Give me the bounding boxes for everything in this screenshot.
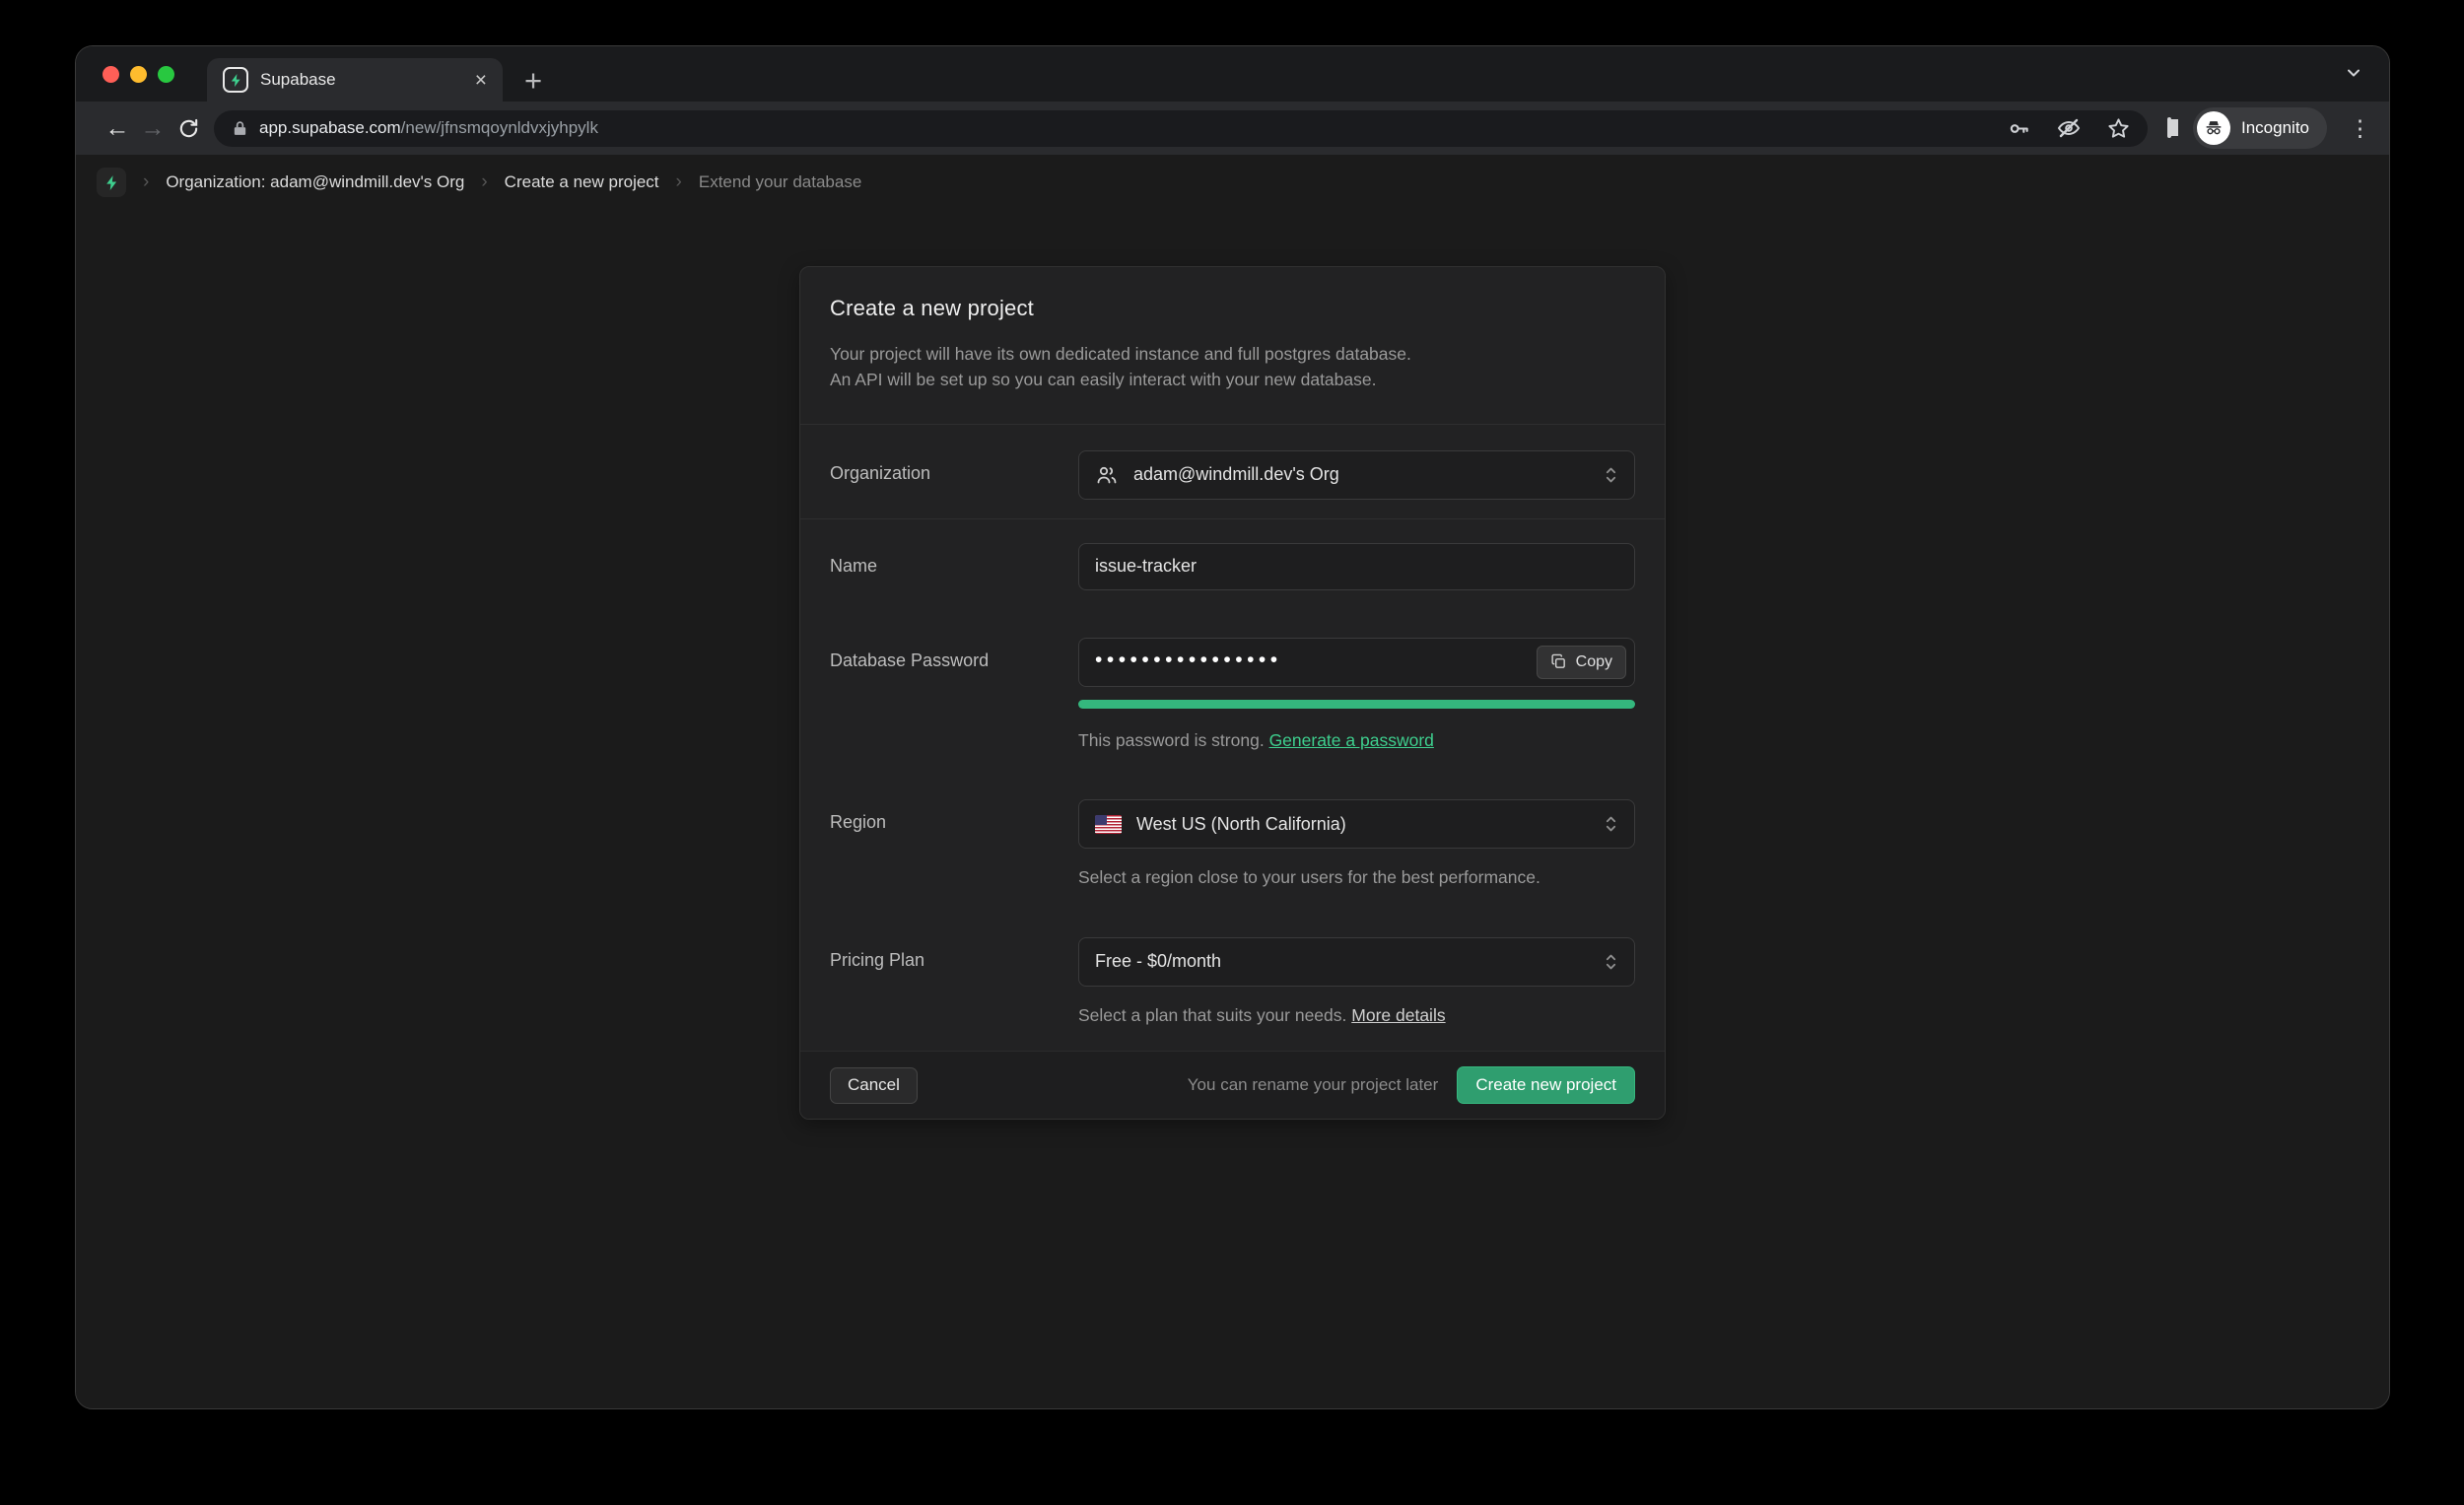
- tab-supabase[interactable]: Supabase ×: [207, 58, 503, 102]
- create-project-card: Create a new project Your project will h…: [799, 266, 1666, 1120]
- bookmark-star-icon[interactable]: [2107, 117, 2130, 140]
- supabase-page: › Organization: adam@windmill.dev's Org …: [76, 155, 2389, 1409]
- organization-row: Organization adam@windmill.dev's Org: [800, 425, 1665, 518]
- chevron-right-icon: ›: [481, 171, 487, 193]
- password-strength-text: This password is strong.: [1078, 730, 1265, 750]
- forward-button: →: [135, 116, 171, 141]
- password-row: Database Password •••••••••••••••• Copy …: [800, 614, 1665, 777]
- password-masked-value: ••••••••••••••••: [1095, 650, 1282, 670]
- breadcrumb-organization[interactable]: Organization: adam@windmill.dev's Org: [166, 172, 464, 192]
- pricing-select[interactable]: Free - $0/month: [1078, 937, 1635, 987]
- copy-password-button[interactable]: Copy: [1537, 646, 1626, 679]
- side-panel-button[interactable]: [2167, 119, 2171, 137]
- organization-value: adam@windmill.dev's Org: [1133, 464, 1339, 485]
- traffic-lights: [103, 66, 174, 83]
- password-input[interactable]: •••••••••••••••• Copy: [1078, 638, 1635, 687]
- incognito-label: Incognito: [2241, 118, 2309, 138]
- url-bar[interactable]: app.supabase.com/new/jfnsmqoynldvxjyhpyl…: [214, 110, 2148, 147]
- name-label: Name: [830, 543, 1078, 590]
- eye-off-icon[interactable]: [2057, 116, 2081, 140]
- generate-password-link[interactable]: Generate a password: [1269, 730, 1434, 750]
- pricing-value: Free - $0/month: [1095, 951, 1221, 972]
- region-row: Region West US (North California) Select…: [800, 776, 1665, 914]
- toolbar-right: Incognito ⋮: [2148, 107, 2371, 149]
- url-text: app.supabase.com/new/jfnsmqoynldvxjyhpyl…: [259, 118, 598, 138]
- pricing-helper: Select a plan that suits your needs. Mor…: [1078, 1003, 1635, 1028]
- name-value: issue-tracker: [1095, 556, 1197, 577]
- tab-title: Supabase: [260, 70, 475, 90]
- password-helper: This password is strong. Generate a pass…: [1078, 728, 1635, 753]
- urlbar-right-icons: [2008, 116, 2130, 140]
- more-details-link[interactable]: More details: [1351, 1005, 1445, 1025]
- description-line-2: An API will be set up so you can easily …: [830, 367, 1635, 392]
- new-tab-button[interactable]: +: [524, 65, 542, 96]
- browser-window: Supabase × + ← → app.supabase.com/new/jf…: [75, 45, 2390, 1409]
- region-helper: Select a region close to your users for …: [1078, 865, 1635, 890]
- card-footer: Cancel You can rename your project later…: [800, 1051, 1665, 1119]
- supabase-favicon-icon: [223, 67, 248, 93]
- tab-search-chevron-icon[interactable]: [2344, 63, 2363, 83]
- minimize-window-button[interactable]: [130, 66, 147, 83]
- incognito-badge[interactable]: Incognito: [2193, 107, 2327, 149]
- tab-close-icon[interactable]: ×: [475, 70, 487, 91]
- card-header: Create a new project Your project will h…: [800, 267, 1665, 424]
- organization-label: Organization: [830, 450, 1078, 500]
- breadcrumb-create-project[interactable]: Create a new project: [505, 172, 659, 192]
- rename-hint: You can rename your project later: [1188, 1075, 1439, 1095]
- password-key-icon[interactable]: [2008, 117, 2030, 140]
- copy-icon: [1550, 653, 1567, 670]
- browser-menu-icon[interactable]: ⋮: [2349, 117, 2371, 140]
- breadcrumb: › Organization: adam@windmill.dev's Org …: [76, 155, 2389, 210]
- copy-label: Copy: [1576, 653, 1612, 671]
- pricing-helper-text: Select a plan that suits your needs.: [1078, 1005, 1346, 1025]
- select-chevrons-icon: [1604, 464, 1618, 486]
- select-chevrons-icon: [1604, 951, 1618, 973]
- tab-strip: Supabase × +: [76, 46, 2389, 102]
- pricing-row: Pricing Plan Free - $0/month Select a pl…: [800, 914, 1665, 1052]
- chevron-right-icon: ›: [676, 171, 682, 193]
- zoom-window-button[interactable]: [158, 66, 174, 83]
- organization-select[interactable]: adam@windmill.dev's Org: [1078, 450, 1635, 500]
- browser-toolbar: ← → app.supabase.com/new/jfnsmqoynldvxjy…: [76, 102, 2389, 155]
- create-new-project-button[interactable]: Create new project: [1457, 1066, 1635, 1104]
- pricing-label: Pricing Plan: [830, 937, 1078, 1028]
- url-path: /new/jfnsmqoynldvxjyhpylk: [401, 118, 598, 137]
- region-select[interactable]: West US (North California): [1078, 799, 1635, 849]
- screenshot-stage: Supabase × + ← → app.supabase.com/new/jf…: [0, 0, 2464, 1505]
- region-value: West US (North California): [1136, 814, 1346, 835]
- back-button[interactable]: ←: [100, 116, 135, 141]
- password-label: Database Password: [830, 638, 1078, 753]
- page-title: Create a new project: [830, 296, 1635, 321]
- password-strength-bar: [1078, 700, 1635, 709]
- incognito-icon: [2197, 111, 2230, 145]
- chevron-right-icon: ›: [143, 171, 149, 193]
- select-chevrons-icon: [1604, 813, 1618, 835]
- lock-icon: [232, 119, 248, 138]
- cancel-button[interactable]: Cancel: [830, 1067, 918, 1104]
- users-icon: [1095, 463, 1119, 487]
- breadcrumb-extend-database: Extend your database: [699, 172, 861, 192]
- supabase-logo-icon[interactable]: [97, 168, 126, 197]
- card-description: Your project will have its own dedicated…: [830, 341, 1635, 393]
- reload-button[interactable]: [171, 117, 206, 140]
- name-input[interactable]: issue-tracker: [1078, 543, 1635, 590]
- close-window-button[interactable]: [103, 66, 119, 83]
- region-label: Region: [830, 799, 1078, 890]
- description-line-1: Your project will have its own dedicated…: [830, 341, 1635, 367]
- name-row: Name issue-tracker: [800, 519, 1665, 614]
- us-flag-icon: [1095, 815, 1122, 834]
- url-domain: app.supabase.com: [259, 118, 401, 137]
- side-panel-icon: [2167, 117, 2171, 138]
